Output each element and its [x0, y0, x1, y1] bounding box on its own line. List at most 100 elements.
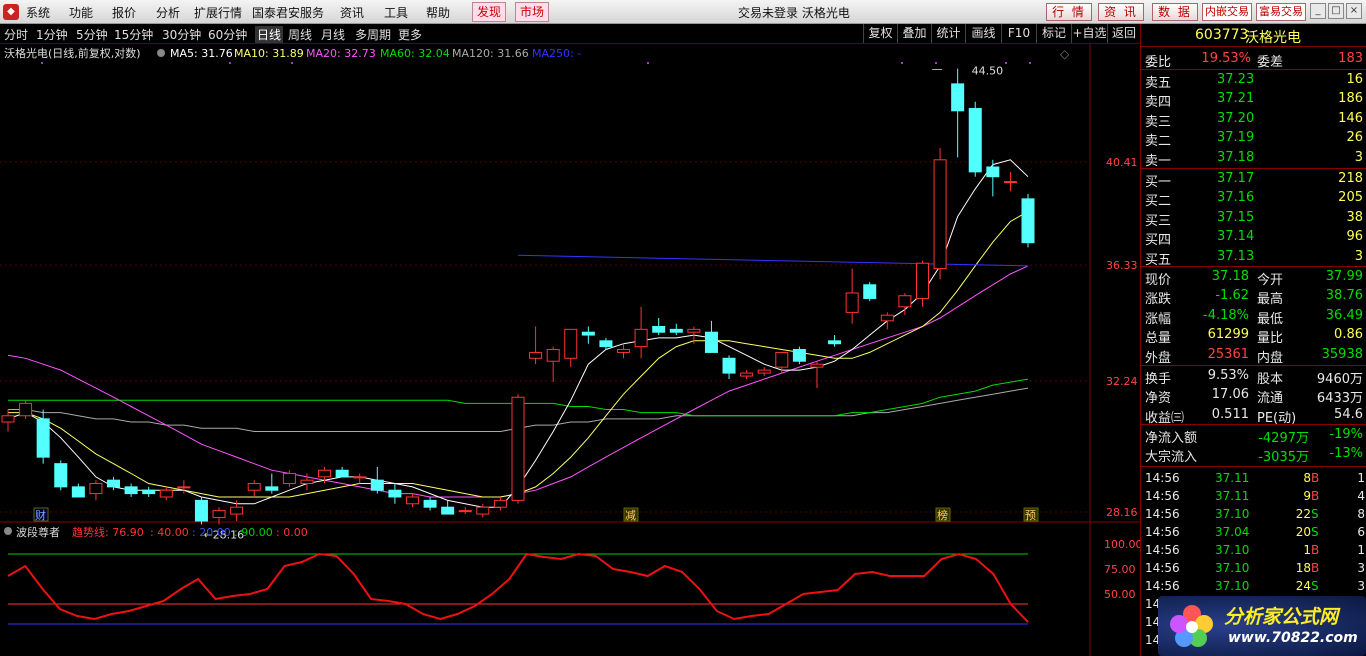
menu-market[interactable]: 市场 [515, 2, 550, 22]
quote-field: 外盘 [1145, 350, 1172, 366]
quote-field: 最高 [1257, 292, 1284, 308]
menu-item-6[interactable]: 资讯 [340, 4, 364, 21]
period-tab-6[interactable]: 日线 [255, 26, 284, 43]
weibi-row: 委比 19.53% 委差 183 [1141, 50, 1366, 70]
restore-icon[interactable]: □ [1328, 3, 1344, 19]
quote-field: 沃格光电 [1245, 30, 1301, 46]
quote-field: 14:56 [1145, 579, 1180, 593]
menu-item-5[interactable]: 国泰君安服务 [252, 4, 324, 21]
candle [1003, 171, 1017, 192]
kline-chart[interactable]: 40.41 36.33 32.24 28.16 沃格光电(日线,前复权,对数) MA5: … [0, 44, 1140, 656]
candle [335, 466, 349, 478]
quote-field: 净流入额 [1145, 431, 1198, 446]
event-tag-label: 财 [35, 508, 46, 522]
toolbar-0[interactable]: 复权 [863, 24, 897, 43]
menu-item-4[interactable]: 扩展行情 [194, 4, 242, 21]
quote-field: 37.14 [1217, 229, 1255, 245]
menu-discover[interactable]: 发现 [472, 2, 507, 22]
quote-field: 3 [1354, 248, 1363, 264]
bid-row: 买五 37.13 3 [1141, 248, 1366, 268]
toolbar-5[interactable]: 标记 [1036, 24, 1071, 43]
event-tag[interactable]: 榜 [935, 507, 951, 522]
candle [669, 323, 683, 336]
indicator-level-label: 100.00 [1104, 538, 1140, 551]
news-button[interactable]: 资 讯 [1098, 3, 1144, 21]
candle [476, 503, 490, 518]
divider [1141, 424, 1366, 425]
quote-field: B [1311, 543, 1320, 557]
candle [634, 306, 648, 359]
event-tag[interactable]: 减 [623, 507, 639, 522]
quote-field: 37.18 [1211, 269, 1249, 284]
candle [722, 355, 736, 380]
period-tab-7[interactable]: 周线 [288, 26, 312, 43]
period-tab-1[interactable]: 1分钟 [36, 26, 68, 43]
quote-field: 20 [1295, 525, 1311, 539]
marker-dot [1029, 62, 1031, 64]
period-tab-9[interactable]: 多周期 [355, 26, 391, 43]
menu-item-8[interactable]: 帮助 [426, 4, 450, 21]
toolbar-4[interactable]: F10 [1001, 24, 1036, 43]
candle [1021, 193, 1035, 248]
period-tab-8[interactable]: 月线 [321, 26, 345, 43]
toolbar-1[interactable]: 叠加 [897, 24, 931, 43]
menu-item-2[interactable]: 报价 [112, 4, 136, 21]
ask-row: 卖一 37.18 3 [1141, 149, 1366, 169]
toolbar-2[interactable]: 统计 [931, 24, 965, 43]
minimize-icon[interactable]: _ [1310, 3, 1326, 19]
price-tick-label: 28.16 [1106, 506, 1138, 519]
brand-name: 分析家公式网 [1224, 606, 1339, 628]
data-button[interactable]: 数 据 [1152, 3, 1198, 21]
quote-field: 3 [1357, 561, 1365, 575]
quote-field: S [1311, 525, 1319, 539]
menu-item-3[interactable]: 分析 [156, 4, 180, 21]
event-tag[interactable]: 预 [1023, 507, 1039, 522]
stock-header: 603773 沃格光电 [1141, 26, 1366, 46]
event-tag[interactable]: 财 [33, 507, 49, 522]
candle [704, 320, 718, 353]
chart-settings-icon[interactable]: ◇ [1060, 47, 1070, 61]
embedded-trade-button[interactable]: 内嵌交易 [1202, 3, 1252, 21]
period-tab-5[interactable]: 60分钟 [208, 26, 247, 43]
candle [89, 480, 103, 501]
quote-field: 买五 [1145, 252, 1172, 268]
fuyi-trade-button[interactable]: 富易交易 [1256, 3, 1306, 21]
tick-row: 14:56 37.10 22 S 8 [1141, 506, 1366, 525]
period-toolbar: 分时 1分钟 5分钟 15分钟 30分钟 60分钟 日线 周线 月线 多周期 更多 复权 叠加 统计 画线 F… [0, 24, 1140, 44]
quote-field: 0.511 [1211, 406, 1249, 422]
period-tab-3[interactable]: 15分钟 [114, 26, 153, 43]
quote-field: 卖四 [1145, 95, 1172, 111]
legend-ma10: MA10: 31.89 [234, 47, 304, 60]
quote-panel: 603773 沃格光电 委比 19.53% 委差 183 卖五 37.23 16 卖四 37.21 1… [1140, 24, 1366, 656]
marker-dot [935, 62, 937, 64]
toolbar-6[interactable]: +自选 [1071, 24, 1107, 43]
quote-button[interactable]: 行 情 [1046, 3, 1092, 21]
quote-field: 买一 [1145, 175, 1172, 190]
menu-item-0[interactable]: 系统 [26, 4, 50, 21]
period-tab-4[interactable]: 30分钟 [162, 26, 201, 43]
candle [405, 493, 419, 508]
quote-field: 37.10 [1215, 561, 1250, 575]
candle [159, 486, 173, 501]
quote-field: -13% [1329, 446, 1363, 462]
legend-toggle-icon[interactable] [157, 49, 165, 57]
period-tab-10[interactable]: 更多 [398, 26, 422, 43]
quote-field: -3035万 [1258, 450, 1309, 466]
period-tab-2[interactable]: 5分钟 [76, 26, 108, 43]
period-tab-0[interactable]: 分时 [4, 26, 28, 43]
toolbar-3[interactable]: 画线 [965, 24, 1001, 43]
quote-field: 37.10 [1215, 507, 1250, 521]
quote-field: 35938 [1321, 346, 1363, 362]
quote-field: 61299 [1207, 327, 1249, 343]
toolbar-7[interactable]: 返回 [1107, 24, 1140, 43]
ask-row: 卖五 37.23 16 [1141, 71, 1366, 91]
quote-field: 17.06 [1211, 387, 1249, 403]
indicator-toggle-icon[interactable] [4, 527, 12, 535]
close-icon[interactable]: × [1346, 3, 1362, 19]
menu-item-7[interactable]: 工具 [384, 4, 408, 21]
menu-item-1[interactable]: 功能 [69, 4, 93, 21]
quote-field: 37.17 [1217, 171, 1255, 186]
window-title: 交易未登录 沃格光电 [738, 6, 850, 20]
quote-field: 26 [1346, 130, 1363, 146]
marker-dot [901, 62, 903, 64]
